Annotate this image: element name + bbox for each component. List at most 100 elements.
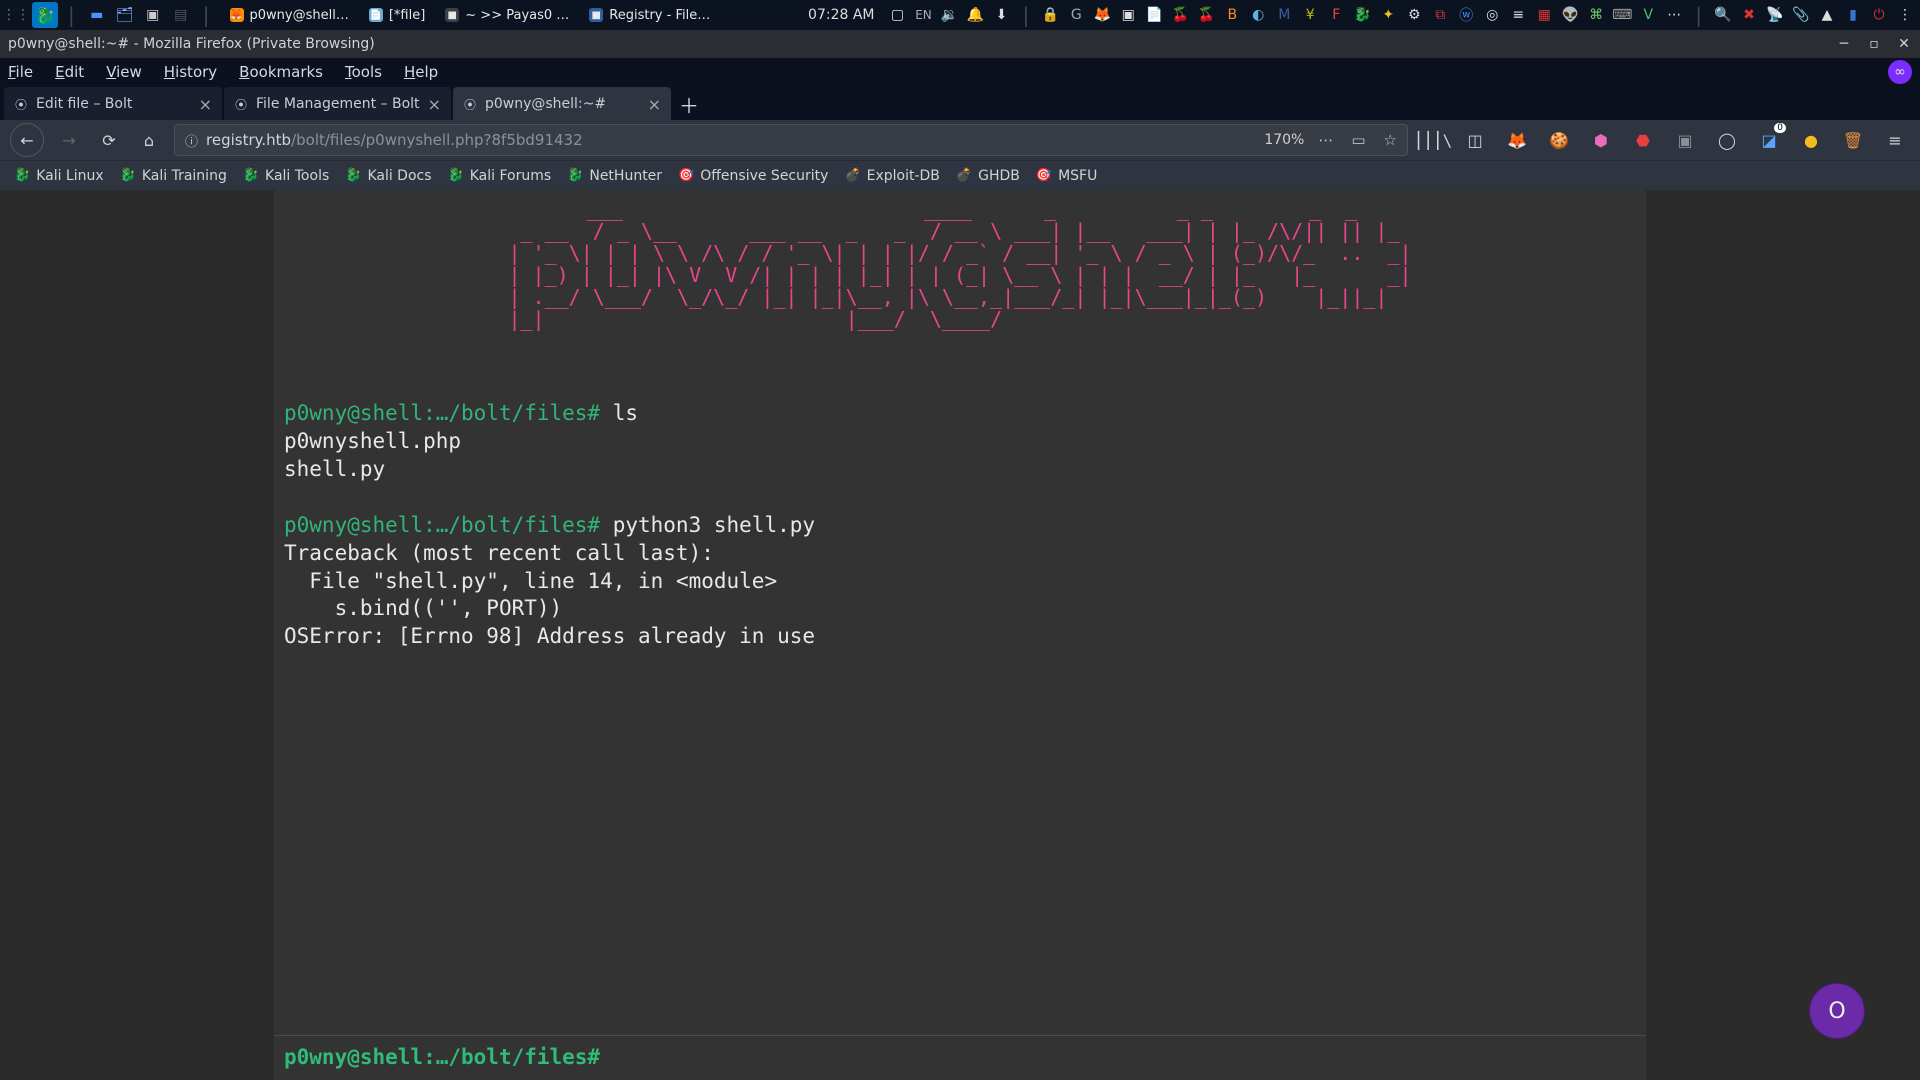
- taskbar-entry[interactable]: ■~ >> Payas0 …: [437, 3, 577, 27]
- term2-icon[interactable]: ▣: [1117, 4, 1139, 26]
- search-icon[interactable]: 🔍: [1712, 4, 1734, 26]
- ext1-icon[interactable]: ●: [1796, 125, 1826, 155]
- red-x-icon[interactable]: ✖: [1738, 4, 1760, 26]
- bookmark-item[interactable]: 💣Exploit-DB: [844, 168, 939, 184]
- burp-icon[interactable]: B: [1221, 4, 1243, 26]
- xterm-icon[interactable]: ▤: [169, 3, 193, 27]
- command-input[interactable]: [610, 1044, 1636, 1072]
- lang-indicator[interactable]: EN: [913, 4, 935, 26]
- close-button[interactable]: ✕: [1896, 36, 1912, 52]
- wappalyzer-icon[interactable]: ⬢: [1586, 125, 1616, 155]
- gear-icon[interactable]: ⚙: [1403, 4, 1425, 26]
- bookmark-item[interactable]: 🐉NetHunter: [567, 168, 662, 184]
- more-icon[interactable]: ⋮: [1894, 4, 1916, 26]
- reload-button[interactable]: ⟳: [94, 125, 124, 155]
- faraday-icon[interactable]: F: [1325, 4, 1347, 26]
- keyboard-icon[interactable]: ⌨: [1611, 4, 1633, 26]
- taskbar-entry[interactable]: 📄[*file]: [361, 3, 433, 27]
- volume-icon[interactable]: 🔉: [939, 4, 961, 26]
- wordpress-icon[interactable]: ⓦ: [1455, 4, 1477, 26]
- dots-icon[interactable]: ⋯: [1663, 4, 1685, 26]
- screen-icon[interactable]: ▢: [887, 4, 909, 26]
- cookie-icon[interactable]: 🍪: [1544, 125, 1574, 155]
- minimize-button[interactable]: ─: [1836, 36, 1852, 52]
- menu-edit[interactable]: Edit: [55, 63, 84, 81]
- ublock-icon[interactable]: ▣: [1670, 125, 1700, 155]
- download-icon[interactable]: ⬇: [991, 4, 1013, 26]
- sqlmap-icon[interactable]: ≡: [1507, 4, 1529, 26]
- account-icon[interactable]: ◯: [1712, 125, 1742, 155]
- bookmark-item[interactable]: 🎯MSFU: [1036, 168, 1097, 184]
- taskbar-entry[interactable]: ■Registry - File…: [581, 3, 718, 27]
- kali-menu-icon[interactable]: 🐉: [32, 2, 58, 28]
- home-button[interactable]: ⌂: [134, 125, 164, 155]
- tab[interactable]: ⦿Edit file – Bolt×: [4, 87, 222, 120]
- files-icon[interactable]: 🗂: [113, 3, 137, 27]
- foxyproxy-icon[interactable]: 🦊: [1502, 125, 1532, 155]
- script-icon[interactable]: ⌘: [1585, 4, 1607, 26]
- page-actions-icon[interactable]: ⋯: [1318, 131, 1333, 149]
- menu-history[interactable]: History: [164, 63, 217, 81]
- forward-button[interactable]: →: [54, 125, 84, 155]
- tab-close-icon[interactable]: ×: [199, 95, 212, 114]
- ext2-icon[interactable]: 🗑: [1838, 125, 1868, 155]
- hamburger-menu-icon[interactable]: ≡: [1880, 125, 1910, 155]
- menu-tools[interactable]: Tools: [345, 63, 382, 81]
- library-icon[interactable]: ⎮⎮⎮\: [1418, 125, 1448, 155]
- activities-icon[interactable]: ⋮⋮: [4, 3, 28, 27]
- firefox-icon[interactable]: 🦊: [1091, 4, 1113, 26]
- menu-bookmarks[interactable]: Bookmarks: [239, 63, 323, 81]
- alien-icon[interactable]: 👽: [1559, 4, 1581, 26]
- nikto-icon[interactable]: ◎: [1481, 4, 1503, 26]
- menu-view[interactable]: View: [106, 63, 142, 81]
- tab-close-icon[interactable]: ×: [428, 95, 441, 114]
- net-icon[interactable]: ▮: [1842, 4, 1864, 26]
- reader-icon[interactable]: ▭: [1351, 131, 1365, 149]
- owasp-icon[interactable]: ▦: [1533, 4, 1555, 26]
- text-icon[interactable]: 📄: [1143, 4, 1165, 26]
- bookmark-item[interactable]: 🎯Offensive Security: [678, 168, 828, 184]
- wireshark-icon[interactable]: ◐: [1247, 4, 1269, 26]
- bookmark-star-icon[interactable]: ☆: [1384, 131, 1397, 149]
- bookmark-item[interactable]: 🐉Kali Training: [120, 168, 227, 184]
- menu-file[interactable]: File: [8, 63, 33, 81]
- cherry1-icon[interactable]: 🍒: [1169, 4, 1191, 26]
- bookmark-item[interactable]: 🐉Kali Linux: [14, 168, 104, 184]
- tab-close-icon[interactable]: ×: [648, 95, 661, 114]
- hackbar-icon[interactable]: ⬣: [1628, 125, 1658, 155]
- ghidra-icon[interactable]: 🐉: [1351, 4, 1373, 26]
- google-icon[interactable]: G: [1065, 4, 1087, 26]
- site-info-icon[interactable]: ⓘ: [185, 131, 198, 150]
- zoom-level[interactable]: 170%: [1258, 130, 1310, 150]
- cherry2-icon[interactable]: 🍒: [1195, 4, 1217, 26]
- new-tab-button[interactable]: ＋: [673, 88, 705, 120]
- yellow-icon[interactable]: ✦: [1377, 4, 1399, 26]
- tab[interactable]: ⦿File Management – Bolt×: [224, 87, 451, 120]
- tab[interactable]: ⦿p0wny@shell:~#×: [453, 87, 671, 120]
- radare-icon[interactable]: ⧉: [1429, 4, 1451, 26]
- bookmark-item[interactable]: 🐉Kali Docs: [345, 168, 431, 184]
- vega-icon[interactable]: V: [1637, 4, 1659, 26]
- metasploit-icon[interactable]: M: [1273, 4, 1295, 26]
- floating-badge[interactable]: O: [1810, 984, 1864, 1038]
- lock-icon[interactable]: 🔒: [1039, 4, 1061, 26]
- taskbar-entry[interactable]: 🦊p0wny@shell…: [222, 3, 357, 27]
- up-icon[interactable]: ▲: [1816, 4, 1838, 26]
- antenna-icon[interactable]: 📡: [1764, 4, 1786, 26]
- containers-icon[interactable]: ◪0: [1754, 125, 1784, 155]
- power-icon[interactable]: ⏻: [1868, 4, 1890, 26]
- menu-help[interactable]: Help: [404, 63, 438, 81]
- sidebar-icon[interactable]: ◫: [1460, 125, 1490, 155]
- terminal-input-row[interactable]: p0wny@shell:…/bolt/files#: [274, 1035, 1646, 1080]
- bookmark-item[interactable]: 🐉Kali Tools: [243, 168, 329, 184]
- desktop-icon[interactable]: ▬: [85, 3, 109, 27]
- bookmark-item[interactable]: 🐉Kali Forums: [448, 168, 552, 184]
- clip-icon[interactable]: 📎: [1790, 4, 1812, 26]
- maximize-button[interactable]: ▫: [1866, 36, 1882, 52]
- url-bar[interactable]: ⓘ registry.htb/bolt/files/p0wnyshell.php…: [174, 124, 1408, 156]
- hydra-icon[interactable]: ¥: [1299, 4, 1321, 26]
- terminal-icon[interactable]: ▣: [141, 3, 165, 27]
- back-button[interactable]: ←: [10, 123, 44, 157]
- bookmark-item[interactable]: 💣GHDB: [956, 168, 1020, 184]
- clock[interactable]: 07:28 AM: [808, 7, 874, 23]
